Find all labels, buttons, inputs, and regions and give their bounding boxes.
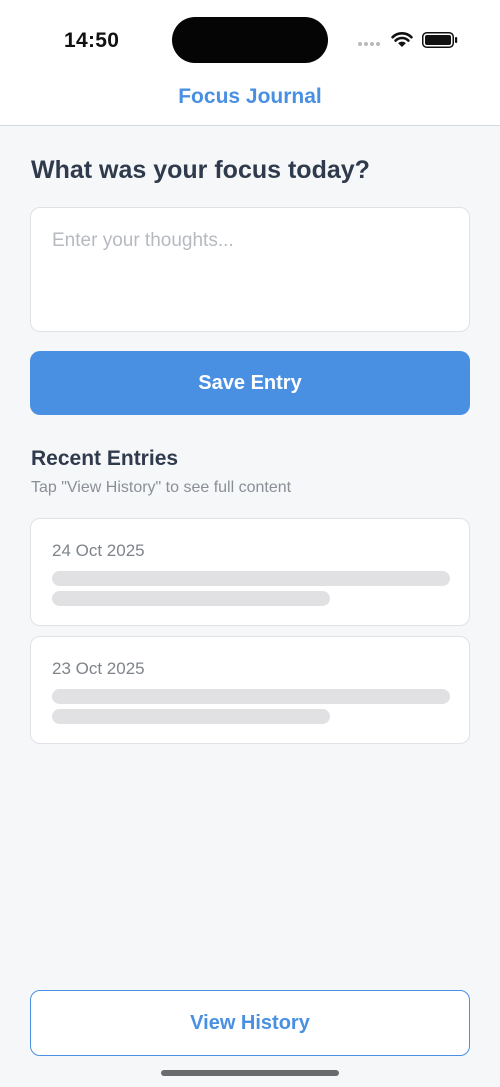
- recent-entries-subtitle: Tap "View History" to see full content: [31, 479, 292, 496]
- wifi-icon: [391, 32, 413, 47]
- view-history-button[interactable]: View History: [30, 990, 470, 1056]
- focus-prompt-heading: What was your focus today?: [31, 156, 370, 184]
- content-placeholder-line: [52, 689, 450, 704]
- entry-date: 23 Oct 2025: [52, 659, 145, 678]
- page-title: Focus Journal: [178, 85, 322, 108]
- home-indicator[interactable]: [161, 1070, 339, 1076]
- save-entry-button[interactable]: Save Entry: [30, 351, 470, 415]
- status-bar: 14:50: [0, 0, 500, 78]
- status-time: 14:50: [64, 29, 120, 52]
- content-placeholder-line: [52, 709, 330, 724]
- recent-entries-title: Recent Entries: [31, 447, 179, 470]
- cellular-signal-icon: [358, 42, 382, 48]
- entry-card[interactable]: 24 Oct 2025: [30, 518, 470, 626]
- battery-icon: [422, 32, 458, 48]
- dynamic-island: [172, 17, 328, 63]
- entry-date: 24 Oct 2025: [52, 541, 145, 560]
- entry-card[interactable]: 23 Oct 2025: [30, 636, 470, 744]
- thoughts-input[interactable]: [30, 207, 470, 332]
- content-placeholder-line: [52, 571, 450, 586]
- content-placeholder-line: [52, 591, 330, 606]
- navigation-bar: Focus Journal: [0, 78, 500, 126]
